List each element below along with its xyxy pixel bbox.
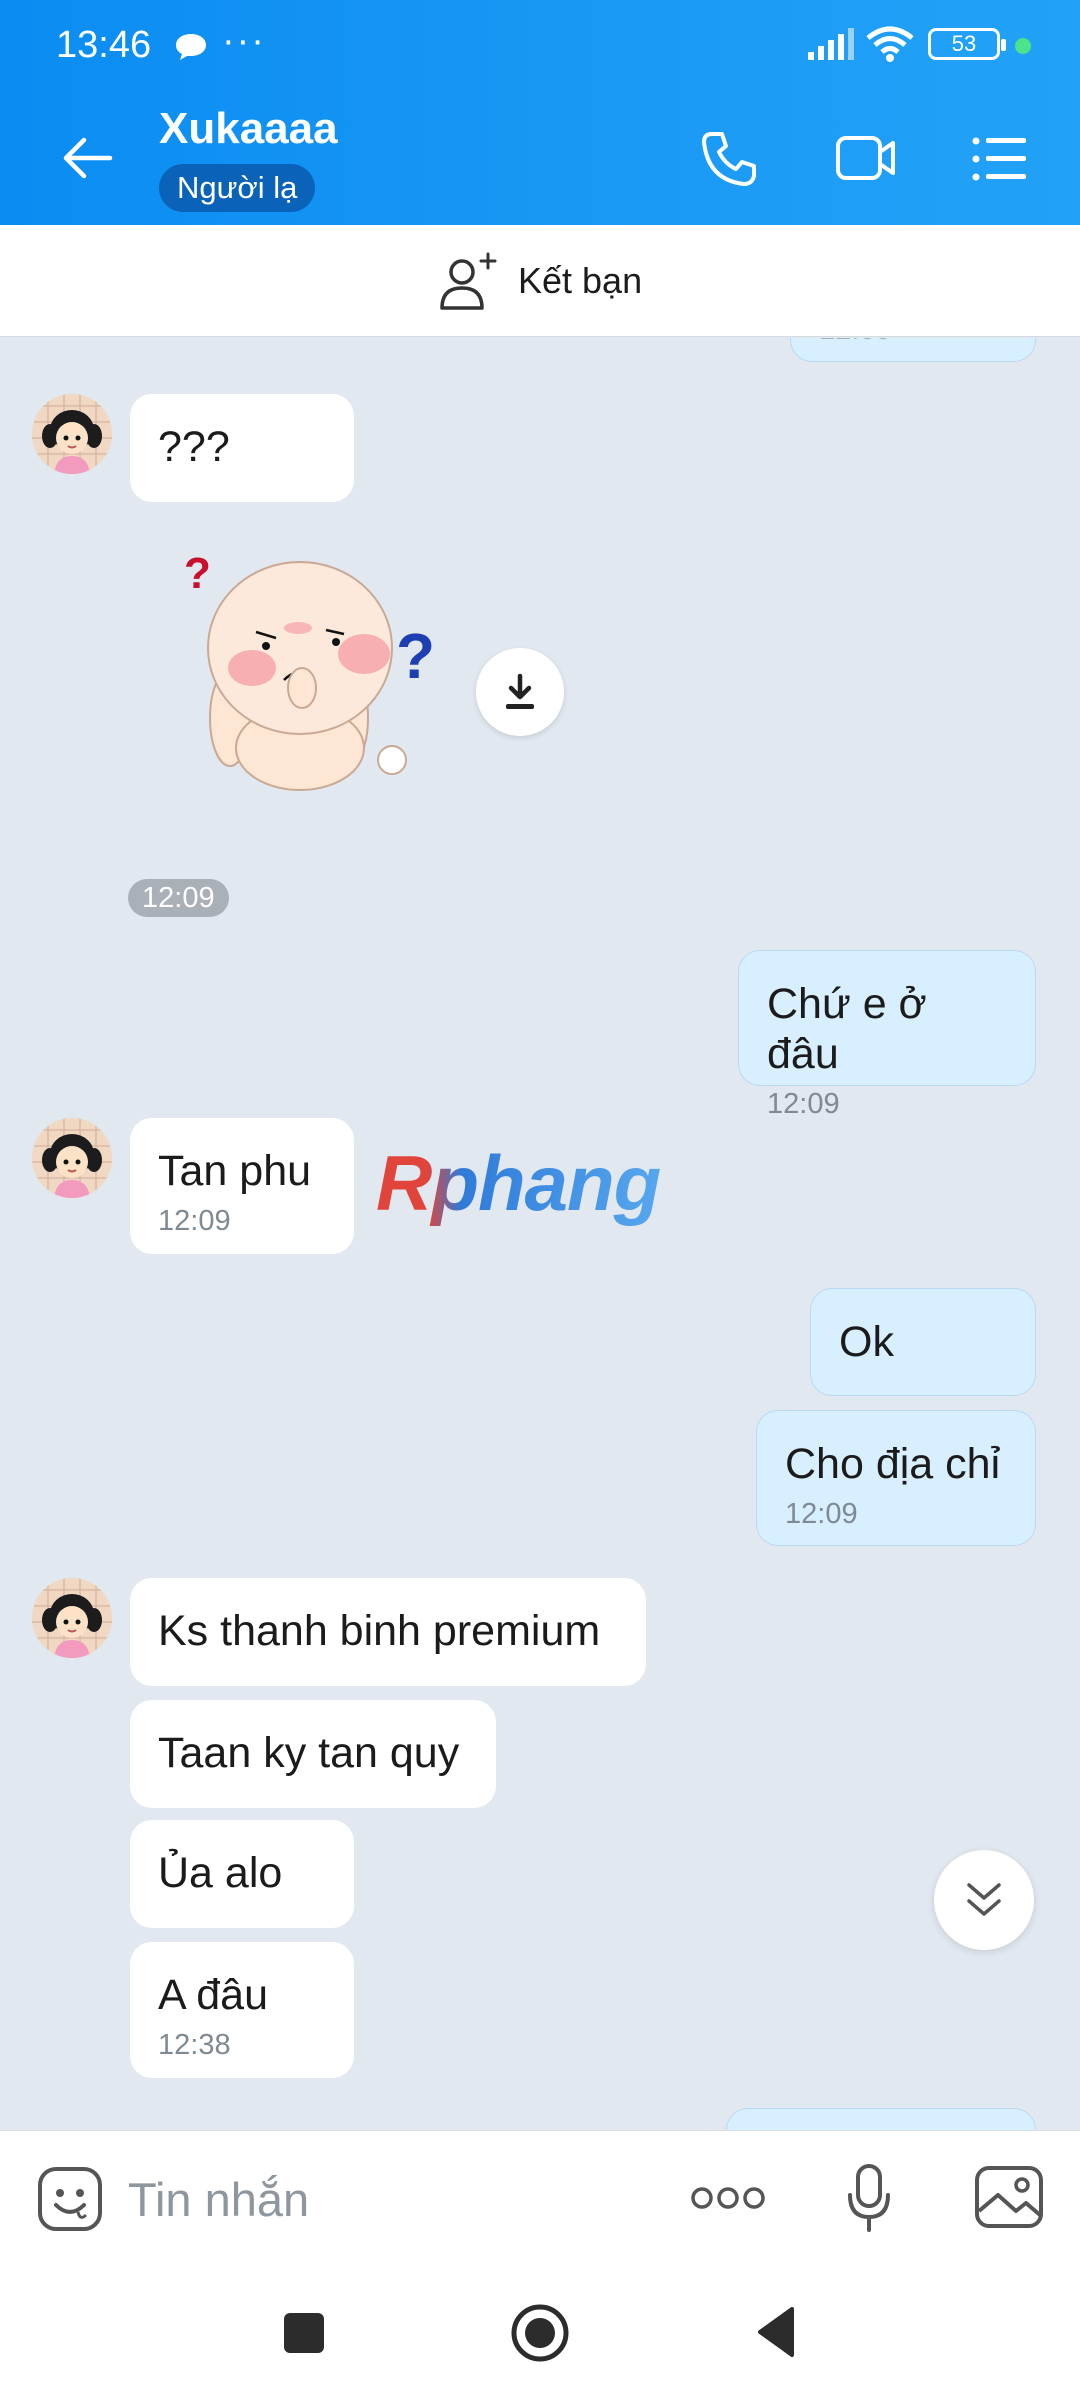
chevron-double-down-icon — [967, 1883, 1001, 1916]
menu-list-icon — [972, 137, 1026, 181]
recent-apps-button[interactable] — [284, 2313, 324, 2353]
message-time: 12:09 — [785, 1498, 858, 1530]
svg-text:?: ? — [184, 549, 211, 598]
message-text: Taan ky tan quy — [158, 1729, 460, 1777]
message-text: Cho địa chỉ — [785, 1440, 1001, 1488]
message-time: 12:38 — [158, 2029, 231, 2061]
avatar[interactable] — [32, 1578, 112, 1658]
message-text: A đâu — [158, 1971, 268, 2019]
message-bubble-incoming[interactable]: Ks thanh binh premium — [130, 1578, 646, 1686]
message-bubble-incoming[interactable]: A đâu 12:38 — [130, 1942, 354, 2078]
back-triangle-icon — [758, 2307, 794, 2357]
avatar[interactable] — [32, 394, 112, 474]
scroll-to-bottom-button[interactable] — [934, 1850, 1034, 1950]
avatar[interactable] — [32, 1118, 112, 1198]
video-camera-icon — [836, 136, 895, 180]
back-button[interactable] — [58, 128, 118, 188]
status-more-dots: ··· — [222, 20, 266, 62]
message-list[interactable]: 12:09 ??? ? ? — [0, 338, 1080, 2130]
call-button[interactable] — [698, 128, 760, 195]
download-icon — [506, 673, 534, 709]
bunny-sticker-image: ? ? — [184, 549, 435, 791]
stranger-badge: Người lạ — [159, 164, 316, 212]
add-friend-label: Kết bạn — [518, 260, 643, 301]
add-friend-button[interactable]: Kết bạn — [438, 249, 642, 313]
status-time: 13:46 — [56, 24, 152, 66]
signal-icon — [808, 28, 858, 65]
message-bubble-incoming[interactable]: ??? — [130, 394, 354, 502]
message-bubble-outgoing-partial[interactable]: 12:09 — [790, 338, 1036, 362]
more-dots-icon — [691, 2187, 765, 2209]
watermark-logo: Rphang — [376, 1139, 661, 1227]
sticker-message[interactable]: ? ? — [160, 538, 440, 798]
contact-name[interactable]: Xukaaaa — [159, 104, 338, 154]
voice-message-button[interactable] — [846, 2163, 892, 2238]
emoji-icon — [38, 2167, 102, 2231]
sticker-timestamp: 12:09 — [128, 879, 229, 917]
message-bubble-outgoing[interactable]: Cho địa chỉ 12:09 — [756, 1410, 1036, 1546]
add-friend-bar: Kết bạn — [0, 225, 1080, 337]
message-notification-icon — [174, 32, 208, 67]
more-options-button[interactable] — [690, 2183, 766, 2218]
phone-icon — [702, 132, 756, 186]
message-text: Ủa alo — [158, 1849, 283, 1897]
microphone-icon — [848, 2164, 890, 2232]
system-navigation-bar — [0, 2265, 1080, 2400]
emoji-button[interactable] — [36, 2165, 104, 2238]
message-time: 12:09 — [767, 1088, 840, 1120]
message-bubble-incoming[interactable]: Taan ky tan quy — [130, 1700, 496, 1808]
status-bar: 13:46 ··· 53 — [0, 0, 1080, 90]
svg-text:?: ? — [396, 620, 435, 692]
send-image-button[interactable] — [974, 2165, 1044, 2234]
message-bubble-outgoing[interactable]: Chứ e ở đâu 12:09 — [738, 950, 1036, 1120]
home-circle-icon — [511, 2304, 569, 2362]
status-dot — [1015, 38, 1031, 54]
message-text: Ok — [839, 1318, 894, 1366]
message-text: ??? — [158, 423, 230, 471]
back-arrow-icon — [63, 137, 113, 179]
download-sticker-button[interactable] — [476, 648, 564, 736]
chat-header: 13:46 ··· 53 Xukaaaa Người lạ — [0, 0, 1080, 225]
message-bubble-outgoing[interactable]: Ok — [810, 1288, 1036, 1396]
message-time: 12:09 — [158, 1205, 231, 1237]
system-back-button[interactable] — [754, 2305, 796, 2364]
video-call-button[interactable] — [835, 132, 897, 189]
wifi-icon — [866, 26, 914, 67]
message-bubble-incoming[interactable]: Ủa alo — [130, 1820, 354, 1928]
message-text: Ks thanh binh premium — [158, 1607, 601, 1655]
image-icon — [975, 2166, 1043, 2228]
home-button[interactable] — [510, 2303, 570, 2368]
message-composer — [0, 2130, 1080, 2265]
message-bubble-incoming[interactable]: Tan phu 12:09 — [130, 1118, 354, 1254]
message-input[interactable] — [128, 2163, 648, 2235]
add-friend-icon — [440, 252, 497, 310]
chat-options-button[interactable] — [972, 136, 1028, 187]
message-bubble-outgoing-partial[interactable] — [726, 2108, 1036, 2130]
message-text: Tan phu — [158, 1147, 312, 1195]
battery-indicator: 53 — [928, 28, 1006, 60]
message-text: Chứ e ở đâu — [767, 980, 927, 1078]
